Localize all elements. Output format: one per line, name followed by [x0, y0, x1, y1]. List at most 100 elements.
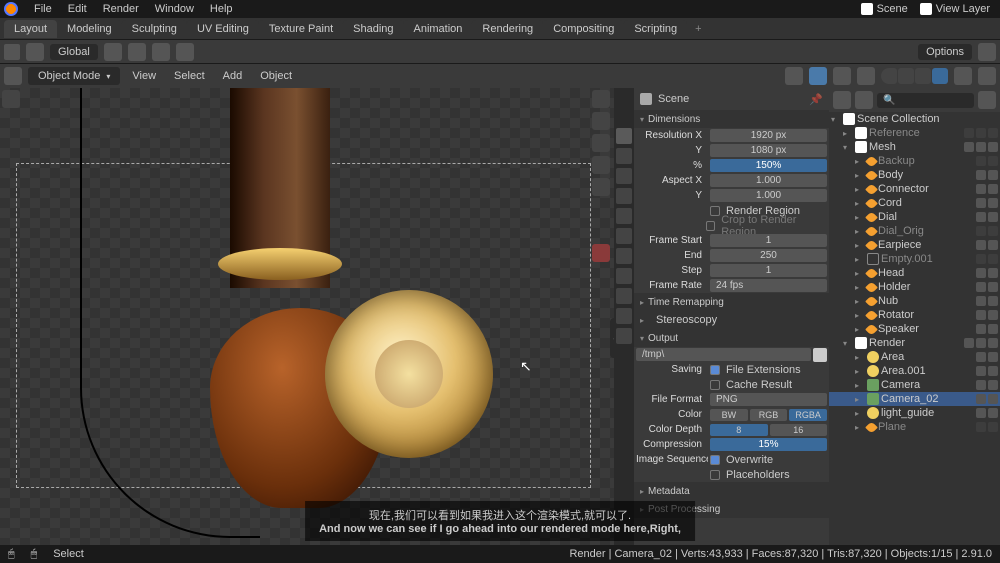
3d-viewport[interactable]: ↖ ◂ [0, 88, 614, 563]
render-toggle-icon[interactable] [988, 366, 998, 376]
shading-solid-icon[interactable] [898, 68, 914, 84]
eye-icon[interactable] [976, 352, 986, 362]
tab-shading[interactable]: Shading [343, 20, 403, 38]
persp-ortho-icon[interactable] [592, 178, 610, 196]
render-toggle-icon[interactable] [988, 156, 998, 166]
prop-tab-object-icon[interactable] [616, 228, 632, 244]
shading-matpreview-icon[interactable] [915, 68, 931, 84]
render-toggle-icon[interactable] [988, 254, 998, 264]
eye-icon[interactable] [976, 240, 986, 250]
render-toggle-icon[interactable] [988, 310, 998, 320]
menu-edit[interactable]: Edit [60, 3, 95, 15]
frame-end-field[interactable]: 250 [710, 249, 827, 262]
render-toggle-icon[interactable] [988, 282, 998, 292]
add-menu[interactable]: Add [217, 70, 249, 82]
eye-icon[interactable] [976, 268, 986, 278]
prop-tab-scene-icon[interactable] [616, 188, 632, 204]
outliner-item[interactable]: Connector [878, 183, 974, 195]
outliner-item[interactable]: Cord [878, 197, 974, 209]
render-toggle-icon[interactable] [988, 324, 998, 334]
pan-icon[interactable] [592, 134, 610, 152]
tab-animation[interactable]: Animation [404, 20, 473, 38]
add-workspace-button[interactable]: + [687, 23, 709, 35]
shading-options-icon[interactable] [954, 67, 972, 85]
file-format-field[interactable]: PNG [710, 393, 827, 406]
render-toggle-icon[interactable] [988, 296, 998, 306]
eye-icon[interactable] [976, 422, 986, 432]
outliner-item[interactable]: Rotator [878, 309, 974, 321]
outliner-item[interactable]: Body [878, 169, 974, 181]
render-toggle-icon[interactable] [988, 142, 998, 152]
menu-window[interactable]: Window [147, 3, 202, 15]
search-icon[interactable] [978, 43, 996, 61]
outliner-item[interactable]: Holder [878, 281, 974, 293]
exclude-icon[interactable] [964, 338, 974, 348]
viewlayer-selector[interactable]: View Layer [914, 3, 996, 15]
render-toggle-icon[interactable] [988, 338, 998, 348]
exclude-icon[interactable] [964, 128, 974, 138]
outliner-item[interactable]: Earpiece [878, 239, 974, 251]
render-toggle-icon[interactable] [988, 268, 998, 278]
outliner-item[interactable]: Area [881, 351, 974, 363]
pct-field[interactable]: 150% [710, 159, 827, 172]
render-toggle-icon[interactable] [988, 422, 998, 432]
eye-icon[interactable] [976, 198, 986, 208]
render-toggle-icon[interactable] [988, 170, 998, 180]
side-panel-toggle-icon[interactable] [592, 244, 610, 262]
render-toggle-icon[interactable] [988, 352, 998, 362]
eye-icon[interactable] [976, 282, 986, 292]
editor-type-icon-2[interactable] [4, 67, 22, 85]
select-box-tool-icon[interactable] [2, 90, 20, 108]
eye-icon[interactable] [976, 408, 986, 418]
prop-tab-output-icon[interactable] [616, 148, 632, 164]
section-stereoscopy[interactable]: Stereoscopy [634, 311, 829, 329]
section-output[interactable]: Output [634, 329, 829, 347]
select-menu[interactable]: Select [168, 70, 211, 82]
outliner-item[interactable]: light_guide [881, 407, 974, 419]
menu-file[interactable]: File [26, 3, 60, 15]
eye-icon[interactable] [976, 226, 986, 236]
outliner-display-icon[interactable] [855, 91, 873, 109]
section-time-remapping[interactable]: Time Remapping [634, 293, 829, 311]
res-y-field[interactable]: 1080 px [710, 144, 827, 157]
color-rgba-button[interactable]: RGBA [789, 409, 827, 421]
menu-render[interactable]: Render [95, 3, 147, 15]
outliner-item[interactable]: Plane [878, 421, 974, 433]
editor-type-icon[interactable] [4, 44, 20, 60]
tab-layout[interactable]: Layout [4, 20, 57, 38]
eye-icon[interactable] [976, 296, 986, 306]
aspect-x-field[interactable]: 1.000 [710, 174, 827, 187]
prop-tab-constraint-icon[interactable] [616, 288, 632, 304]
xray-icon[interactable] [857, 67, 875, 85]
outliner-item[interactable]: Speaker [878, 323, 974, 335]
outliner-item[interactable]: Head [878, 267, 974, 279]
outliner-item[interactable]: Nub [878, 295, 974, 307]
tab-modeling[interactable]: Modeling [57, 20, 122, 38]
eye-icon[interactable] [976, 142, 986, 152]
orientation-selector[interactable]: Global [50, 44, 98, 60]
options-dropdown[interactable]: Options [918, 44, 972, 60]
snap-target-icon[interactable] [152, 43, 170, 61]
color-rgb-button[interactable]: RGB [750, 409, 788, 421]
placeholders-checkbox[interactable] [710, 470, 720, 480]
proportional-edit-icon[interactable] [176, 43, 194, 61]
section-metadata[interactable]: Metadata [634, 482, 829, 500]
depth-16-button[interactable]: 16 [770, 424, 828, 436]
eye-icon[interactable] [976, 254, 986, 264]
tab-sculpting[interactable]: Sculpting [122, 20, 187, 38]
outliner-item[interactable]: Dial [878, 211, 974, 223]
prop-tab-world-icon[interactable] [616, 208, 632, 224]
eye-icon[interactable] [976, 212, 986, 222]
eye-icon[interactable] [976, 128, 986, 138]
outliner-item[interactable]: Camera [881, 379, 974, 391]
render-toggle-icon[interactable] [988, 184, 998, 194]
outliner-item[interactable]: Empty.001 [881, 253, 974, 265]
tab-compositing[interactable]: Compositing [543, 20, 624, 38]
object-mode-selector[interactable]: Object Mode [28, 67, 120, 85]
overlay-dropdown-icon[interactable] [833, 67, 851, 85]
tab-texture-paint[interactable]: Texture Paint [259, 20, 343, 38]
overwrite-checkbox[interactable] [710, 455, 720, 465]
outliner-type-icon[interactable] [833, 91, 851, 109]
mesh-collection[interactable]: Mesh [869, 141, 962, 153]
prop-tab-modifier-icon[interactable] [616, 248, 632, 264]
